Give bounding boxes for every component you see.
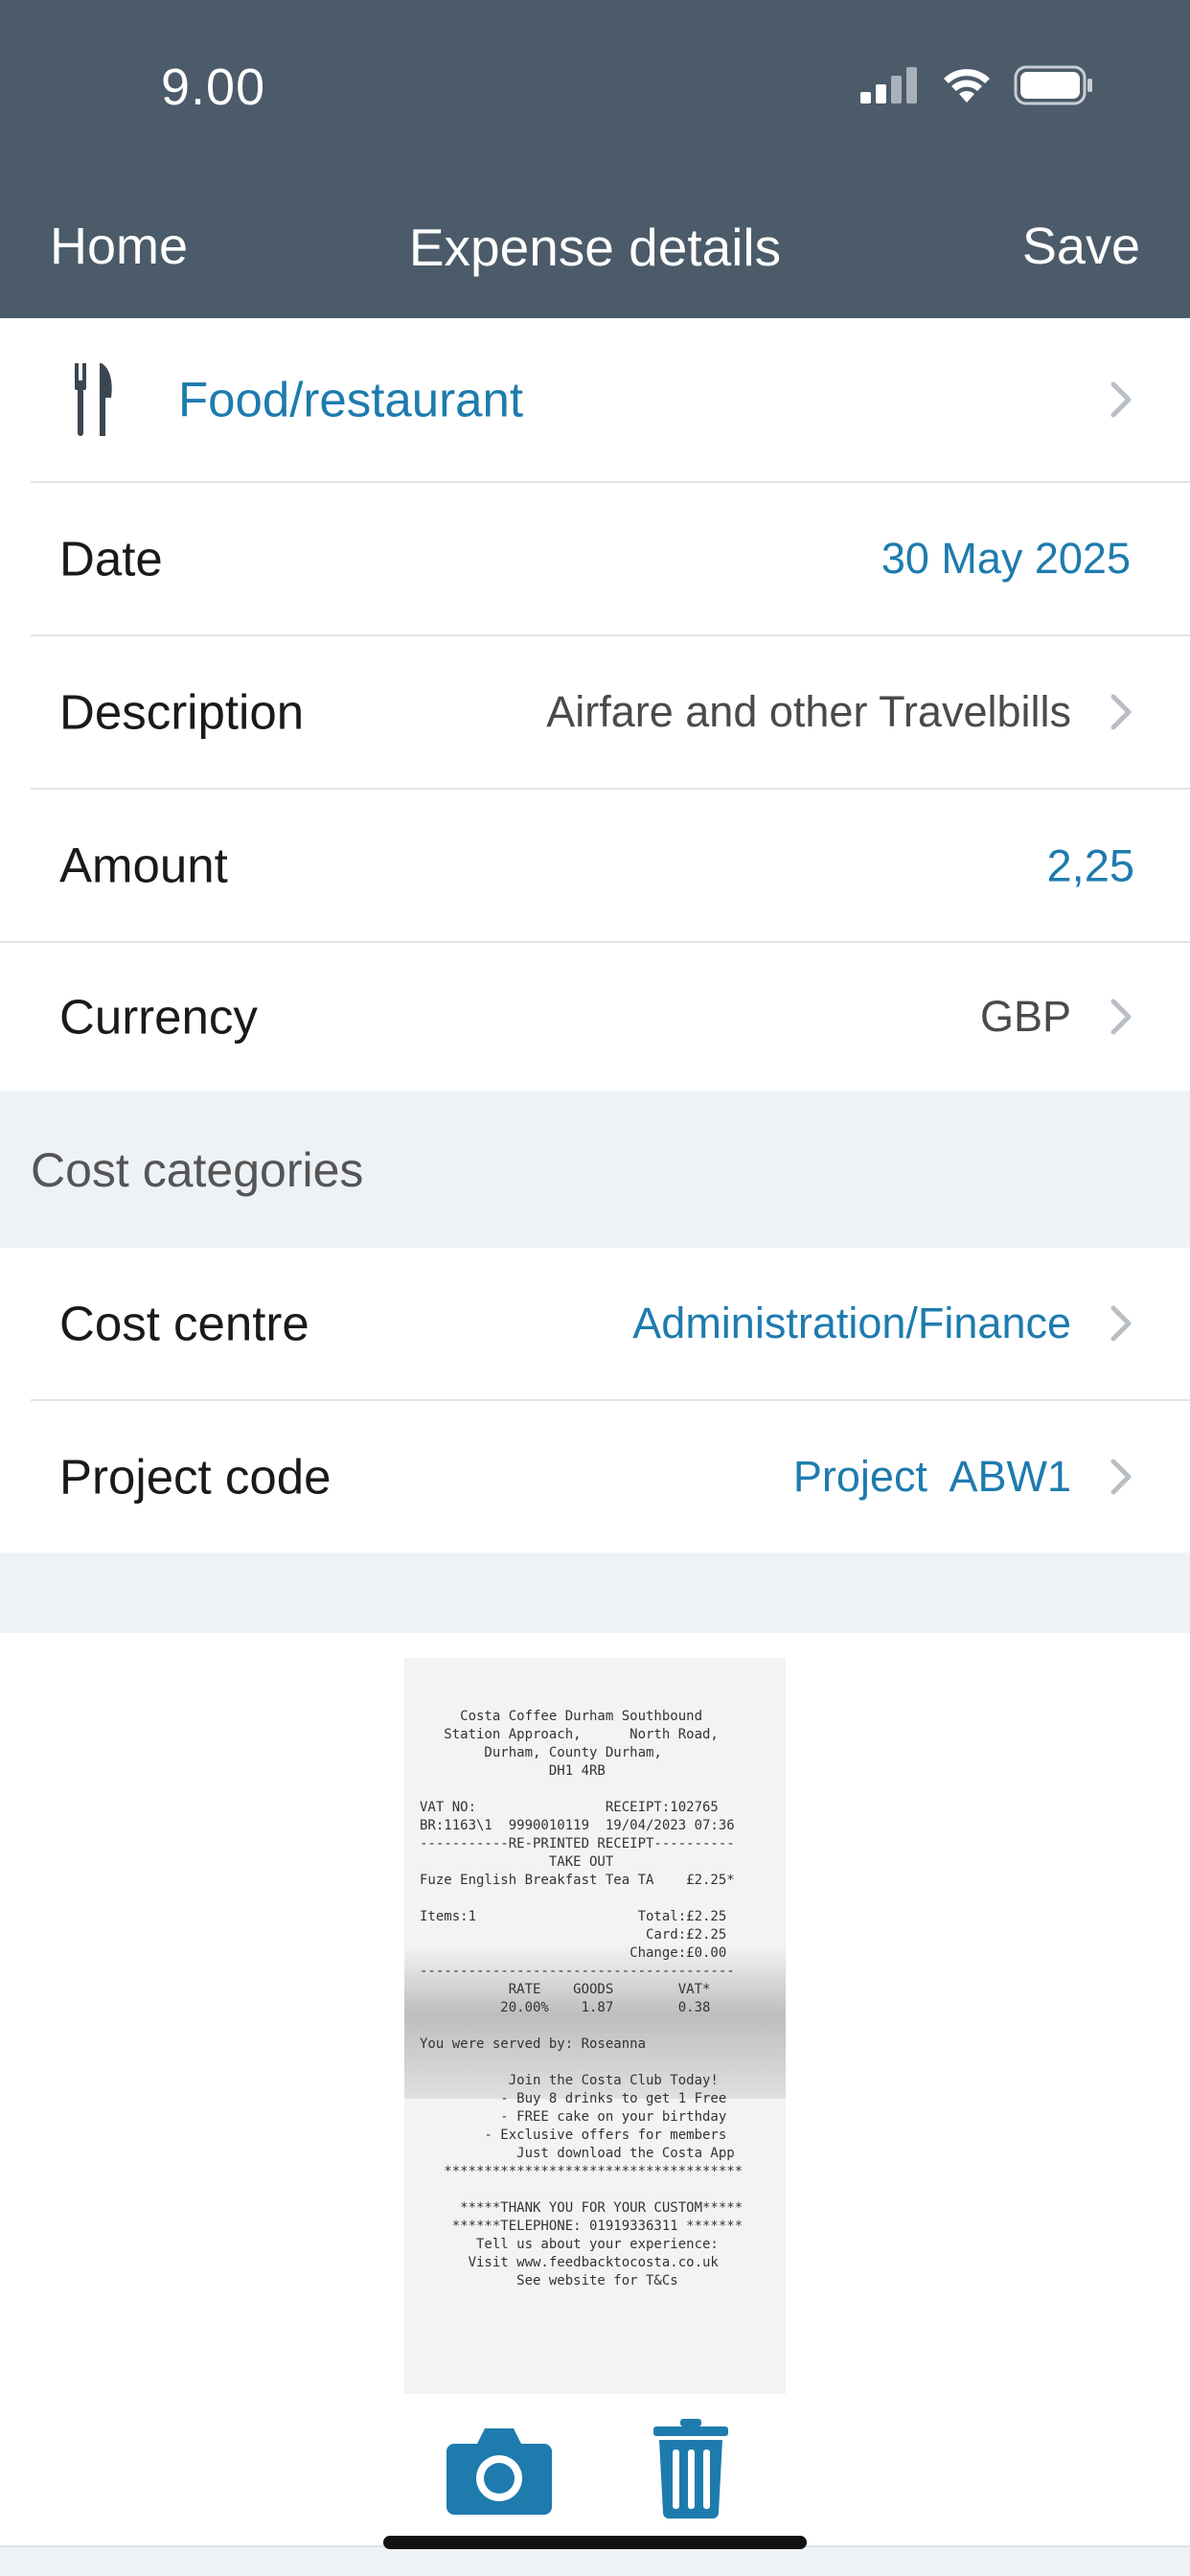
camera-icon[interactable] <box>446 2423 552 2515</box>
currency-value: GBP <box>979 992 1071 1041</box>
home-indicator <box>383 2536 807 2549</box>
cellular-signal-icon <box>860 67 917 104</box>
cost-centre-row[interactable]: Cost centre Administration/Finance <box>0 1248 1190 1399</box>
description-row[interactable]: Description Airfare and other Travelbill… <box>0 636 1190 788</box>
fork-knife-icon <box>75 363 112 436</box>
status-icons <box>860 65 1094 105</box>
amount-row[interactable]: Amount 2,25 <box>0 790 1190 941</box>
cost-centre-value: Administration/Finance <box>632 1299 1071 1347</box>
cost-centre-label: Cost centre <box>59 1296 309 1351</box>
date-label: Date <box>59 531 163 586</box>
receipt-text: Costa Coffee Durham Southbound Station A… <box>420 1709 744 2288</box>
expense-fields-section: Food/restaurant Date 30 May 2025 Descrip… <box>0 318 1190 1091</box>
date-row[interactable]: Date 30 May 2025 <box>0 483 1190 634</box>
project-code-row[interactable]: Project code Project ABW1 <box>0 1401 1190 1552</box>
wifi-icon <box>944 69 990 103</box>
category-label: Food/restaurant <box>178 372 524 427</box>
project-code-label: Project code <box>59 1449 332 1505</box>
save-button[interactable]: Save <box>1022 217 1140 276</box>
header: 9.00 Home Expense details Save <box>0 0 1190 318</box>
page-title: Expense details <box>408 218 782 277</box>
currency-label: Currency <box>59 989 258 1045</box>
description-value: Airfare and other Travelbills <box>546 687 1071 736</box>
battery-icon <box>1014 65 1092 105</box>
description-label: Description <box>59 684 305 740</box>
trash-icon[interactable] <box>653 2419 728 2518</box>
chevron-right-icon <box>1110 381 1132 418</box>
cost-categories-section: Cost centre Administration/Finance Proje… <box>0 1248 1190 1552</box>
project-code-value: Project ABW1 <box>792 1452 1071 1501</box>
chevron-right-icon <box>1110 999 1132 1035</box>
amount-label: Amount <box>59 838 228 893</box>
chevron-right-icon <box>1110 1459 1132 1495</box>
amount-input[interactable]: 2,25 <box>1047 840 1134 892</box>
category-row[interactable]: Food/restaurant <box>0 318 1190 481</box>
chevron-right-icon <box>1110 694 1132 730</box>
date-value[interactable]: 30 May 2025 <box>881 534 1131 584</box>
currency-row[interactable]: Currency GBP <box>0 943 1190 1091</box>
cost-categories-header: Cost categories <box>31 1143 364 1197</box>
receipt-image[interactable]: Costa Coffee Durham Southbound Station A… <box>404 1658 786 2394</box>
status-time: 9.00 <box>161 58 266 116</box>
chevron-right-icon <box>1110 1305 1132 1342</box>
